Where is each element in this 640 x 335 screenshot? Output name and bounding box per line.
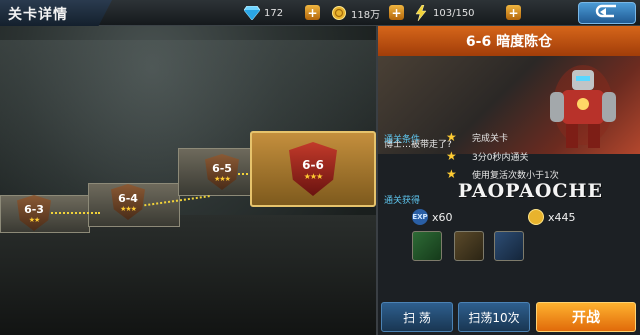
shield-icon: 6-4 ★★★ <box>111 184 145 220</box>
watermark-text: PAOPAOCHE <box>458 180 603 202</box>
level-label: 6-3 <box>24 202 44 216</box>
condition-item: ★ 使用复活次数小于1次 <box>446 167 559 181</box>
lightning-icon <box>413 5 429 21</box>
reward-item-green-card[interactable] <box>412 231 442 261</box>
gold-coin-icon <box>331 5 347 21</box>
condition-item: ★ 3分0秒内通关 <box>446 149 528 163</box>
stamina-value: 103/150 <box>433 7 475 19</box>
gold-value: 118万 <box>351 9 381 21</box>
condition-text: 完成关卡 <box>472 133 509 144</box>
stamina-counter: 103/150 <box>413 4 475 22</box>
top-bar: 关卡详情 172 + 118万 + 103/150 + <box>0 0 640 26</box>
diamond-counter: 172 <box>244 4 283 22</box>
gold-reward-value: x445 <box>548 210 576 224</box>
back-button[interactable] <box>578 2 636 24</box>
level-node-6-3[interactable]: 6-3 ★★ <box>17 195 51 231</box>
reward-item-weapon-part[interactable] <box>454 231 484 261</box>
sweep-button[interactable]: 扫 荡 <box>381 302 453 332</box>
level-stars: ★★ <box>28 215 41 224</box>
condition-text: 使用复活次数小于1次 <box>472 170 559 181</box>
exp-icon: EXP <box>412 209 428 225</box>
title-tab: 关卡详情 <box>0 0 112 26</box>
reward-item-blue-part[interactable] <box>494 231 524 261</box>
condition-item: ★ 完成关卡 <box>446 130 508 144</box>
map-ground <box>0 215 380 335</box>
back-arrow-icon <box>594 3 620 23</box>
level-label: 6-4 <box>118 191 138 205</box>
star-icon: ★ <box>446 167 457 181</box>
shield-icon: 6-3 ★★ <box>17 195 51 231</box>
add-diamond-button[interactable]: + <box>305 5 320 20</box>
shield-icon: 6-5 ★★★ <box>205 154 239 190</box>
diamond-value: 172 <box>264 7 284 19</box>
level-stars: ★★★ <box>214 174 231 183</box>
start-battle-button[interactable]: 开战 <box>536 302 636 332</box>
exp-reward: EXP x60 <box>412 209 453 225</box>
add-stamina-button[interactable]: + <box>506 5 521 20</box>
robot-boss-image <box>550 65 616 148</box>
gold-reward: x445 <box>528 209 576 225</box>
shield-icon: 6-6 ★★★ <box>289 142 337 196</box>
diamond-icon <box>244 5 260 21</box>
level-label: 6-6 <box>302 157 324 172</box>
condition-text: 3分0秒内通关 <box>472 152 529 163</box>
level-node-6-4[interactable]: 6-4 ★★★ <box>111 184 145 220</box>
level-label: 6-5 <box>212 161 232 175</box>
level-stars: ★★★ <box>120 204 137 213</box>
level-node-6-5[interactable]: 6-5 ★★★ <box>205 154 239 190</box>
star-icon: ★ <box>446 149 457 163</box>
star-icon: ★ <box>446 130 457 144</box>
level-stars: ★★★ <box>303 171 323 181</box>
stage-title: 6-6 暗度陈仓 <box>465 34 553 50</box>
page-title: 关卡详情 <box>8 7 68 23</box>
add-gold-button[interactable]: + <box>389 5 404 20</box>
panel-header: 6-6 暗度陈仓 <box>378 26 640 56</box>
sweep-10-button[interactable]: 扫荡10次 <box>458 302 530 332</box>
start-battle-label: 开战 <box>572 310 600 326</box>
level-node-6-6-selected[interactable]: 6-6 ★★★ <box>250 131 376 207</box>
exp-value: x60 <box>432 210 453 224</box>
conditions-title: 通关条件 <box>384 135 421 145</box>
rewards-title: 通关获得 <box>384 196 421 206</box>
gold-counter: 118万 <box>331 4 380 22</box>
gold-coin-icon <box>528 209 544 225</box>
